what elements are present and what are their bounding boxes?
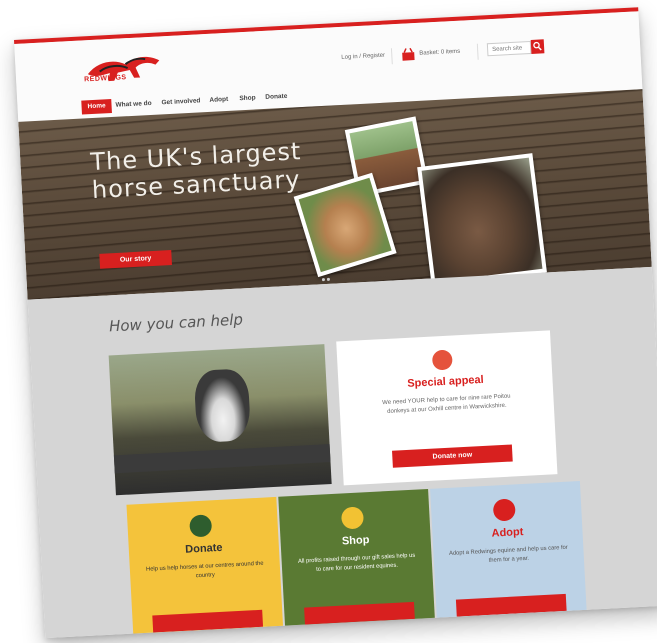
nav-item-home[interactable]: Home bbox=[81, 98, 113, 115]
search-button[interactable] bbox=[530, 39, 545, 54]
nav-item-adopt[interactable]: Adopt bbox=[209, 93, 228, 108]
basket-icon[interactable] bbox=[401, 47, 416, 62]
basket-summary[interactable]: Basket: 0 items bbox=[419, 49, 460, 57]
card-title: Adopt bbox=[491, 526, 524, 540]
euro-icon bbox=[189, 514, 213, 538]
help-section-title: How you can help bbox=[108, 310, 244, 336]
login-register-link[interactable]: Log in / Register bbox=[341, 53, 385, 61]
appeal-title: Special appeal bbox=[407, 373, 484, 390]
our-story-button[interactable]: Our story bbox=[99, 250, 172, 269]
webpage-screenshot: REDWINGS Log in / Register Basket: 0 ite… bbox=[14, 7, 657, 639]
hero-banner: The UK's largest horse sanctuary Our sto… bbox=[18, 89, 652, 300]
shop-card-button[interactable] bbox=[304, 601, 415, 625]
card-body: Adopt a Redwings equine and help us care… bbox=[448, 544, 568, 564]
fence-rail bbox=[113, 444, 331, 474]
horse-logo-icon bbox=[87, 56, 160, 82]
card-body: Help us help horses at our centres aroun… bbox=[145, 560, 264, 580]
basket-icon bbox=[340, 506, 365, 530]
header-divider bbox=[390, 48, 393, 65]
adopt-card[interactable]: Adopt Adopt a Redwings equine and help u… bbox=[430, 480, 587, 624]
hero-title: The UK's largest horse sanctuary bbox=[90, 137, 304, 204]
nav-item-what-we-do[interactable]: What we do bbox=[115, 97, 152, 113]
nav-item-shop[interactable]: Shop bbox=[239, 91, 256, 106]
nav-item-get-involved[interactable]: Get involved bbox=[161, 94, 201, 110]
main-nav: Home What we do Get involved Adopt Shop … bbox=[81, 93, 288, 115]
special-appeal-panel: Special appeal We need YOUR help to care… bbox=[336, 330, 558, 486]
donate-card[interactable]: Donate Help us help horses at our centre… bbox=[126, 496, 284, 639]
card-title: Donate bbox=[184, 541, 223, 556]
shop-card[interactable]: Shop All profits raised through our gift… bbox=[278, 488, 436, 632]
help-section: How you can help Special appeal We need … bbox=[27, 266, 657, 639]
card-title: Shop bbox=[341, 534, 370, 548]
donkey-image bbox=[421, 157, 543, 282]
adopt-card-button[interactable] bbox=[455, 593, 567, 617]
pony-feature-image bbox=[108, 344, 332, 496]
card-body: All profits raised through our gift sale… bbox=[297, 552, 416, 573]
carousel-dot[interactable] bbox=[321, 278, 326, 282]
donate-now-button[interactable]: Donate now bbox=[392, 444, 513, 468]
header-divider bbox=[476, 43, 479, 60]
search-input[interactable]: Search site bbox=[486, 40, 532, 57]
search-icon bbox=[533, 41, 542, 51]
pony-face bbox=[193, 368, 252, 443]
carousel-dot[interactable] bbox=[326, 277, 331, 281]
donkey-photo bbox=[417, 153, 547, 287]
donate-card-button[interactable] bbox=[152, 609, 264, 633]
nav-item-donate[interactable]: Donate bbox=[265, 90, 288, 105]
redwings-logo[interactable]: REDWINGS bbox=[79, 50, 173, 93]
heart-icon bbox=[492, 498, 516, 522]
appeal-icon bbox=[431, 349, 453, 371]
pony-image bbox=[298, 177, 392, 273]
appeal-body: We need YOUR help to care for nine rare … bbox=[382, 393, 511, 415]
